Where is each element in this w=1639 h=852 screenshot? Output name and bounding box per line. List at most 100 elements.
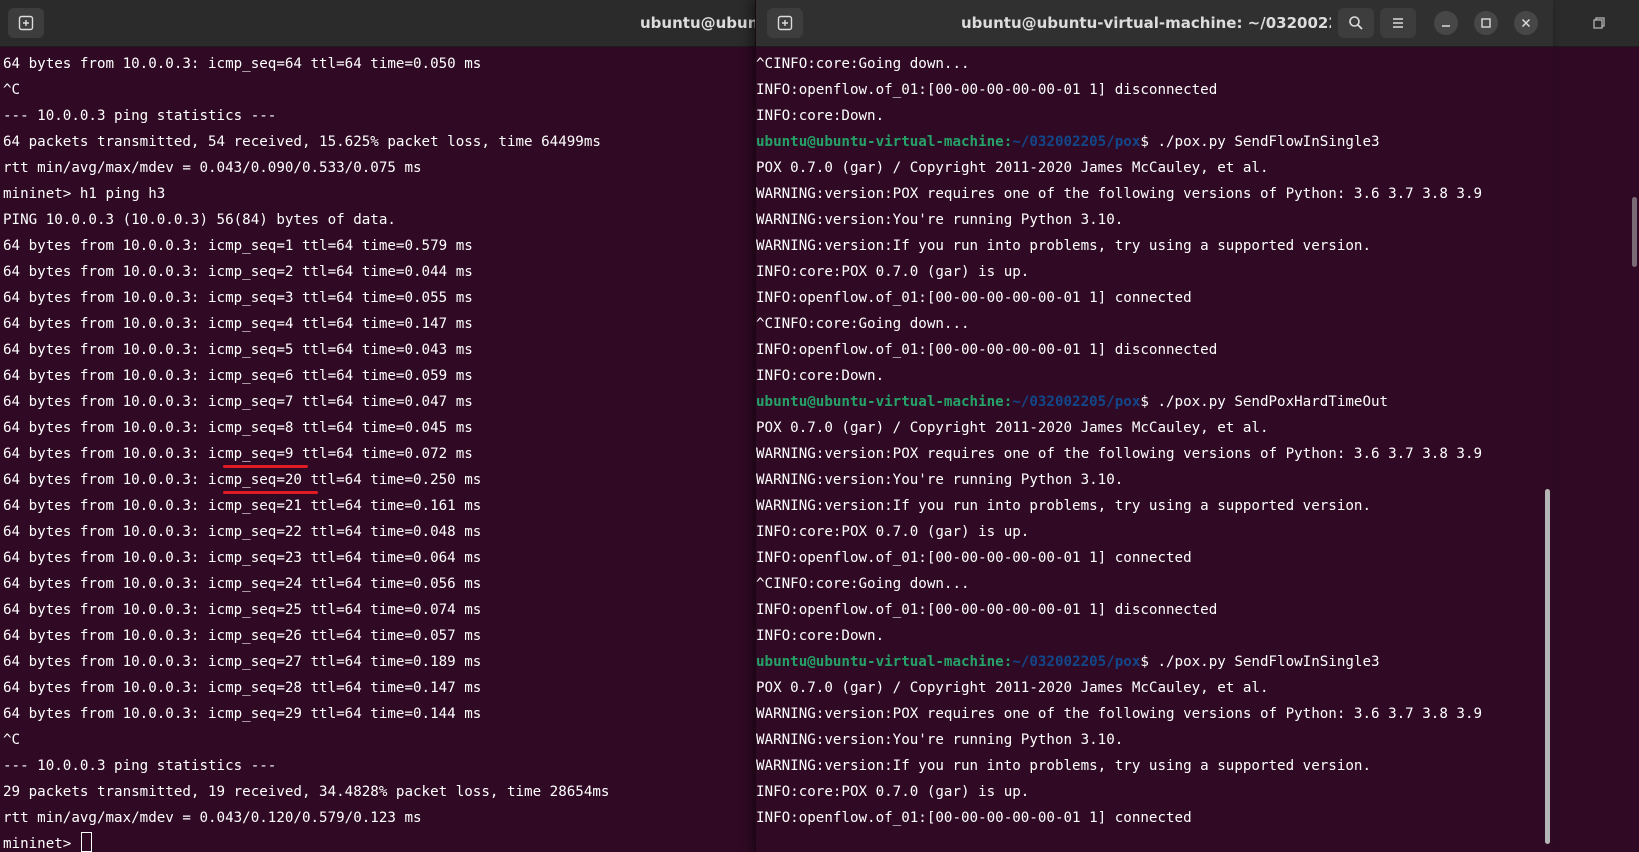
right-terminal-window[interactable]: ubuntu@ubuntu-virtual-machine: ~/0320022… <box>755 0 1553 852</box>
shell-prompt-line: ubuntu@ubuntu-virtual-machine:~/03200220… <box>756 389 1553 415</box>
mininet-prompt-line[interactable]: mininet> <box>3 831 756 852</box>
terminal-line: INFO:openflow.of_01:[00-00-00-00-00-01 1… <box>756 342 1218 358</box>
shell-command: $ ./pox.py SendFlowInSingle3 <box>1140 134 1380 150</box>
terminal-line: 64 bytes from 10.0.0.3: icmp_seq=22 ttl=… <box>3 524 482 540</box>
annotation-underline-seq9 <box>223 465 308 468</box>
terminal-line: --- 10.0.0.3 ping statistics --- <box>3 108 277 124</box>
terminal-line: 64 bytes from 10.0.0.3: icmp_seq=5 ttl=6… <box>3 342 473 358</box>
close-icon <box>1521 18 1531 28</box>
minimize-button[interactable] <box>1434 11 1458 35</box>
hamburger-menu-icon <box>1393 18 1403 28</box>
shell-command: $ ./pox.py SendPoxHardTimeOut <box>1140 394 1389 410</box>
terminal-line: POX 0.7.0 (gar) / Copyright 2011-2020 Ja… <box>756 160 1269 176</box>
right-terminal-output[interactable]: ^CINFO:core:Going down... INFO:openflow.o… <box>756 47 1553 852</box>
right-scrollbar-thumb[interactable] <box>1545 489 1550 844</box>
terminal-line: 64 bytes from 10.0.0.3: icmp_seq=2 ttl=6… <box>3 264 473 280</box>
terminal-line: WARNING:version:You're running Python 3.… <box>756 472 1124 488</box>
prompt-colon: : <box>1003 394 1013 410</box>
left-titlebar[interactable]: ubuntu@ubuntu <box>0 0 756 47</box>
background-window <box>1552 0 1639 852</box>
close-button[interactable] <box>1514 11 1538 35</box>
terminal-line: --- 10.0.0.3 ping statistics --- <box>3 758 277 774</box>
terminal-line: ^C <box>3 82 21 98</box>
terminal-line: INFO:openflow.of_01:[00-00-00-00-00-01 1… <box>756 602 1218 618</box>
terminal-line: POX 0.7.0 (gar) / Copyright 2011-2020 Ja… <box>756 680 1269 696</box>
maximize-button[interactable] <box>1474 11 1498 35</box>
terminal-line: INFO:core:POX 0.7.0 (gar) is up. <box>756 524 1030 540</box>
prompt-user: ubuntu@ubuntu-virtual-machine <box>756 134 1004 150</box>
new-tab-button-right[interactable] <box>767 8 803 38</box>
terminal-line: PING 10.0.0.3 (10.0.0.3) 56(84) bytes of… <box>3 212 396 228</box>
prompt-colon: : <box>1003 654 1013 670</box>
terminal-line: 64 bytes from 10.0.0.3: icmp_seq=6 ttl=6… <box>3 368 473 384</box>
shell-prompt-line: ubuntu@ubuntu-virtual-machine:~/03200220… <box>756 129 1553 155</box>
terminal-line: 64 bytes from 10.0.0.3: icmp_seq=29 ttl=… <box>3 706 482 722</box>
terminal-line: WARNING:version:POX requires one of the … <box>756 186 1483 202</box>
prompt-path: ~/032002205/pox <box>1012 394 1141 410</box>
terminal-line: 64 bytes from 10.0.0.3: icmp_seq=23 ttl=… <box>3 550 482 566</box>
restore-icon <box>1593 17 1605 29</box>
shell-command: $ ./pox.py SendFlowInSingle3 <box>1140 654 1380 670</box>
left-window-title: ubuntu@ubuntu <box>640 14 756 32</box>
shell-prompt-line: ubuntu@ubuntu-virtual-machine:~/03200220… <box>756 649 1553 675</box>
terminal-line: WARNING:version:If you run into problems… <box>756 758 1371 774</box>
prompt-path: ~/032002205/pox <box>1012 134 1141 150</box>
terminal-line: ^CINFO:core:Going down... <box>756 576 970 592</box>
search-icon <box>1349 16 1363 30</box>
new-tab-button[interactable] <box>8 8 44 38</box>
terminal-line: WARNING:version:If you run into problems… <box>756 238 1371 254</box>
terminal-line: INFO:openflow.of_01:[00-00-00-00-00-01 1… <box>756 82 1218 98</box>
prompt-path: ~/032002205/pox <box>1012 654 1141 670</box>
terminal-line: 29 packets transmitted, 19 received, 34.… <box>3 784 610 800</box>
terminal-line: WARNING:version:If you run into problems… <box>756 498 1371 514</box>
terminal-line: 64 bytes from 10.0.0.3: icmp_seq=21 ttl=… <box>3 498 482 514</box>
background-titlebar <box>1552 0 1639 47</box>
text-cursor <box>80 832 92 852</box>
terminal-line: rtt min/avg/max/mdev = 0.043/0.090/0.533… <box>3 160 422 176</box>
right-window-title: ubuntu@ubuntu-virtual-machine: ~/0320022… <box>961 14 1331 32</box>
new-tab-icon <box>777 15 793 31</box>
terminal-line: 64 bytes from 10.0.0.3: icmp_seq=7 ttl=6… <box>3 394 473 410</box>
terminal-line: 64 packets transmitted, 54 received, 15.… <box>3 134 601 150</box>
terminal-line: 64 bytes from 10.0.0.3: icmp_seq=64 ttl=… <box>3 56 482 72</box>
terminal-line: INFO:openflow.of_01:[00-00-00-00-00-01 1… <box>756 810 1192 826</box>
terminal-line: INFO:core:POX 0.7.0 (gar) is up. <box>756 784 1030 800</box>
right-titlebar[interactable]: ubuntu@ubuntu-virtual-machine: ~/0320022… <box>756 0 1553 47</box>
background-scrollbar <box>1632 197 1637 267</box>
terminal-line: rtt min/avg/max/mdev = 0.043/0.120/0.579… <box>3 810 422 826</box>
terminal-line: 64 bytes from 10.0.0.3: icmp_seq=8 ttl=6… <box>3 420 473 436</box>
terminal-line: ^C <box>3 732 21 748</box>
prompt-colon: : <box>1003 134 1013 150</box>
terminal-line: 64 bytes from 10.0.0.3: icmp_seq=3 ttl=6… <box>3 290 473 306</box>
terminal-line: 64 bytes from 10.0.0.3: icmp_seq=1 ttl=6… <box>3 238 473 254</box>
annotation-underline-seq20 <box>223 491 318 494</box>
terminal-line: mininet> h1 ping h3 <box>3 186 166 202</box>
terminal-line: ^CINFO:core:Going down... <box>756 56 970 72</box>
terminal-line: WARNING:version:You're running Python 3.… <box>756 732 1124 748</box>
new-tab-icon <box>18 15 34 31</box>
terminal-line: 64 bytes from 10.0.0.3: icmp_seq=26 ttl=… <box>3 628 482 644</box>
menu-button[interactable] <box>1380 8 1416 38</box>
mininet-prompt: mininet> <box>3 836 80 852</box>
terminal-line: INFO:openflow.of_01:[00-00-00-00-00-01 1… <box>756 550 1192 566</box>
terminal-line: INFO:core:Down. <box>756 108 885 124</box>
terminal-line: 64 bytes from 10.0.0.3: icmp_seq=28 ttl=… <box>3 680 482 696</box>
prompt-user: ubuntu@ubuntu-virtual-machine <box>756 654 1004 670</box>
maximize-icon <box>1481 18 1491 28</box>
search-button[interactable] <box>1338 8 1374 38</box>
terminal-line: 64 bytes from 10.0.0.3: icmp_seq=27 ttl=… <box>3 654 482 670</box>
terminal-line: INFO:core:POX 0.7.0 (gar) is up. <box>756 264 1030 280</box>
left-terminal-window[interactable]: ubuntu@ubuntu 64 bytes from 10.0.0.3: ic… <box>0 0 756 852</box>
terminal-line: WARNING:version:POX requires one of the … <box>756 706 1483 722</box>
terminal-line: ^CINFO:core:Going down... <box>756 316 970 332</box>
prompt-user: ubuntu@ubuntu-virtual-machine <box>756 394 1004 410</box>
terminal-line: WARNING:version:POX requires one of the … <box>756 446 1483 462</box>
terminal-line: 64 bytes from 10.0.0.3: icmp_seq=24 ttl=… <box>3 576 482 592</box>
terminal-line: WARNING:version:You're running Python 3.… <box>756 212 1124 228</box>
minimize-icon <box>1442 25 1450 27</box>
left-terminal-output[interactable]: 64 bytes from 10.0.0.3: icmp_seq=64 ttl=… <box>0 47 756 852</box>
terminal-line: INFO:core:Down. <box>756 368 885 384</box>
terminal-line: 64 bytes from 10.0.0.3: icmp_seq=20 ttl=… <box>3 472 482 488</box>
terminal-line: POX 0.7.0 (gar) / Copyright 2011-2020 Ja… <box>756 420 1269 436</box>
terminal-line: 64 bytes from 10.0.0.3: icmp_seq=9 ttl=6… <box>3 446 473 462</box>
